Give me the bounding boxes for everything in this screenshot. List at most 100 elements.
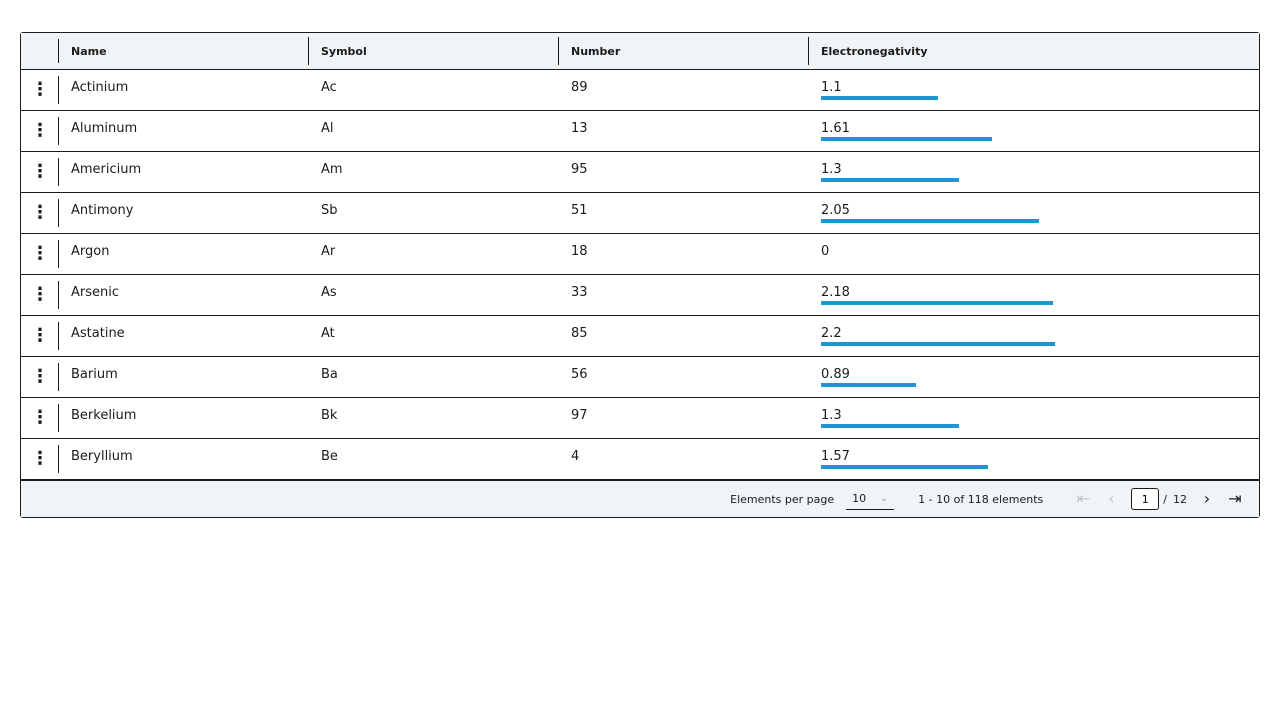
column-header-name[interactable]: Name [59, 33, 309, 69]
chevron-down-icon: ⌄ [879, 493, 889, 504]
cell-name: Americium [71, 162, 142, 177]
cell-number: 95 [571, 162, 588, 177]
cell-name: Arsenic [71, 285, 120, 300]
more-vertical-icon[interactable]: ⋮ [31, 450, 49, 468]
electronegativity-bar [821, 424, 960, 428]
electronegativity-value: 1.3 [821, 408, 842, 423]
table-row: ⋮ Americium Am 95 1.3 [21, 152, 1259, 193]
cell-number: 85 [571, 326, 588, 341]
table-row: ⋮ Berkelium Bk 97 1.3 [21, 398, 1259, 439]
row-action-cell: ⋮ [21, 111, 59, 151]
cell-number: 89 [571, 80, 588, 95]
cell-symbol: Sb [321, 203, 338, 218]
per-page-label: Elements per page [730, 492, 835, 506]
first-page-icon[interactable]: ⇤ [1069, 491, 1097, 507]
electronegativity-value: 1.3 [821, 162, 842, 177]
cell-symbol: Ba [321, 367, 338, 382]
cell-name: Actinium [71, 80, 129, 95]
electronegativity-bar [821, 465, 988, 469]
table-row: ⋮ Beryllium Be 4 1.57 [21, 439, 1259, 480]
electronegativity-value: 2.2 [821, 326, 842, 341]
electronegativity-bar [821, 301, 1053, 305]
column-header-number[interactable]: Number [559, 33, 809, 69]
cell-symbol: Ar [321, 244, 336, 259]
column-header-label: Symbol [321, 44, 367, 58]
row-action-cell: ⋮ [21, 70, 59, 110]
more-vertical-icon[interactable]: ⋮ [31, 81, 49, 99]
cell-electronegativity: 0.89 [809, 357, 1259, 397]
cell-electronegativity: 0 [809, 234, 1259, 274]
electronegativity-bar [821, 137, 993, 141]
cell-number: 18 [571, 244, 588, 259]
electronegativity-value: 0.89 [821, 367, 850, 382]
more-vertical-icon[interactable]: ⋮ [31, 204, 49, 222]
cell-electronegativity: 2.2 [809, 316, 1259, 356]
current-page-input[interactable] [1131, 488, 1160, 510]
electronegativity-bar [821, 383, 916, 387]
table-row: ⋮ Astatine At 85 2.2 [21, 316, 1259, 357]
cell-name: Argon [71, 244, 110, 259]
electronegativity-bar [821, 342, 1055, 346]
electronegativity-bar [821, 178, 960, 182]
row-action-cell: ⋮ [21, 152, 59, 192]
cell-symbol: Bk [321, 408, 338, 423]
row-action-cell: ⋮ [21, 193, 59, 233]
column-header-label: Electronegativity [821, 44, 928, 58]
more-vertical-icon[interactable]: ⋮ [31, 368, 49, 386]
cell-name: Antimony [71, 203, 134, 218]
table-row: ⋮ Barium Ba 56 0.89 [21, 357, 1259, 398]
next-page-icon[interactable]: › [1193, 491, 1221, 507]
pagination-nav: ⇤ ‹ / 12 › ⇥ [1069, 488, 1249, 510]
more-vertical-icon[interactable]: ⋮ [31, 409, 49, 427]
column-header-electronegativity[interactable]: Electronegativity [809, 33, 1259, 69]
cell-name: Aluminum [71, 121, 138, 136]
last-page-icon[interactable]: ⇥ [1221, 491, 1249, 507]
cell-number: 13 [571, 121, 588, 136]
more-vertical-icon[interactable]: ⋮ [31, 163, 49, 181]
cell-number: 33 [571, 285, 588, 300]
per-page-select[interactable]: 10 ⌄ [846, 488, 895, 510]
row-action-cell: ⋮ [21, 357, 59, 397]
electronegativity-value: 2.05 [821, 203, 850, 218]
row-action-cell: ⋮ [21, 234, 59, 274]
column-header-label: Name [71, 44, 107, 58]
page-separator: / [1163, 492, 1167, 506]
electronegativity-value: 0 [821, 244, 830, 259]
electronegativity-bar [821, 96, 938, 100]
table-row: ⋮ Antimony Sb 51 2.05 [21, 193, 1259, 234]
cell-symbol: At [321, 326, 335, 341]
grid-header: Name Symbol Number Electronegativity [21, 33, 1259, 70]
more-vertical-icon[interactable]: ⋮ [31, 245, 49, 263]
more-vertical-icon[interactable]: ⋮ [31, 122, 49, 140]
table-row: ⋮ Actinium Ac 89 1.1 [21, 70, 1259, 111]
cell-electronegativity: 1.57 [809, 439, 1259, 479]
grid-body: ⋮ Actinium Ac 89 1.1 ⋮ Aluminum Al 13 1.… [21, 70, 1259, 480]
row-action-cell: ⋮ [21, 439, 59, 479]
previous-page-icon[interactable]: ‹ [1097, 491, 1125, 507]
cell-name: Astatine [71, 326, 125, 341]
row-action-cell: ⋮ [21, 275, 59, 315]
table-row: ⋮ Arsenic As 33 2.18 [21, 275, 1259, 316]
cell-number: 56 [571, 367, 588, 382]
total-pages: 12 [1173, 492, 1187, 506]
cell-symbol: Al [321, 121, 334, 136]
electronegativity-value: 1.57 [821, 449, 850, 464]
cell-name: Beryllium [71, 449, 133, 464]
column-header-label: Number [571, 44, 621, 58]
cell-name: Barium [71, 367, 118, 382]
more-vertical-icon[interactable]: ⋮ [31, 286, 49, 304]
cell-electronegativity: 2.18 [809, 275, 1259, 315]
cell-number: 4 [571, 449, 580, 464]
electronegativity-value: 2.18 [821, 285, 850, 300]
header-action-column [21, 33, 59, 69]
more-vertical-icon[interactable]: ⋮ [31, 327, 49, 345]
table-row: ⋮ Argon Ar 18 0 [21, 234, 1259, 275]
pagination-range: 1 - 10 of 118 elements [918, 492, 1044, 506]
cell-symbol: Ac [321, 80, 337, 95]
cell-name: Berkelium [71, 408, 137, 423]
electronegativity-bar [821, 219, 1039, 223]
cell-electronegativity: 1.3 [809, 398, 1259, 438]
row-action-cell: ⋮ [21, 398, 59, 438]
column-header-symbol[interactable]: Symbol [309, 33, 559, 69]
cell-symbol: As [321, 285, 337, 300]
